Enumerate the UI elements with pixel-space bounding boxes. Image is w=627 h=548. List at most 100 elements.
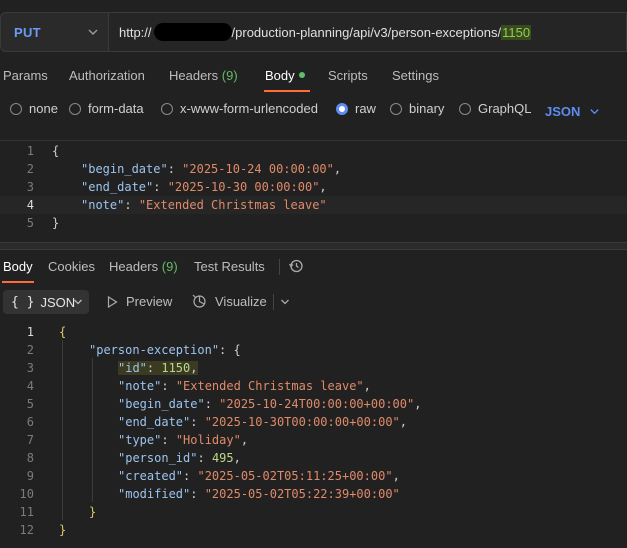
code-line: "modified": "2025-05-02T05:22:39+00:00" (118, 487, 400, 501)
line-number: 6 (26, 415, 34, 429)
line-number: 11 (19, 505, 34, 519)
radio-label: form-data (88, 101, 144, 116)
radio-label: x-www-form-urlencoded (180, 101, 318, 116)
line-number: 5 (26, 397, 34, 411)
line-number: 12 (19, 523, 34, 537)
radio-circle (69, 102, 81, 115)
response-body-viewer[interactable]: 1 2 3 4 5 6 7 8 9 10 11 12 { "person-exc… (0, 322, 627, 548)
tab-label: Scripts (328, 68, 368, 83)
radio-none[interactable]: none (10, 101, 58, 116)
line-number: 2 (26, 343, 34, 357)
tab-label: Authorization (69, 68, 145, 83)
pane-resize-handle[interactable] (0, 242, 627, 250)
response-format-select[interactable]: { } JSON (3, 290, 89, 314)
code-line: } (59, 523, 67, 537)
body-modified-dot (298, 72, 305, 78)
preview-label: Preview (126, 294, 173, 309)
divider (279, 259, 280, 275)
radio-form-data[interactable]: form-data (69, 101, 144, 116)
chevron-down-icon (88, 29, 98, 35)
radio-circle (161, 102, 173, 115)
line-number: 1 (26, 144, 34, 158)
tab-label: Settings (392, 68, 439, 83)
indent-guide (92, 358, 93, 502)
code-line: "created": "2025-05-02T05:11:25+00:00", (118, 469, 400, 483)
tab-headers[interactable]: Headers (9) (169, 68, 238, 83)
chevron-down-icon (74, 299, 82, 305)
tab-label: Headers (109, 259, 159, 274)
method-label: PUT (14, 24, 41, 40)
raw-format-select[interactable]: JSON (545, 104, 580, 119)
code-line: { (59, 325, 67, 339)
request-tabs: Params Authorization Headers (9) Body Sc… (0, 63, 627, 92)
tab-label: Body (265, 68, 295, 83)
tab-settings[interactable]: Settings (392, 68, 439, 83)
tab-label: Body (3, 259, 33, 274)
tab-label: Headers (169, 68, 219, 83)
visualize-button[interactable]: Visualize (192, 294, 267, 309)
chevron-down-icon[interactable] (280, 297, 290, 307)
radio-binary[interactable]: binary (390, 101, 444, 116)
tab-authorization[interactable]: Authorization (69, 68, 145, 83)
headers-count: (9) (161, 259, 178, 274)
line-number: 4 (26, 198, 34, 212)
response-tab-headers[interactable]: Headers (9) (109, 259, 178, 274)
radio-x-www-form-urlencoded[interactable]: x-www-form-urlencoded (161, 101, 318, 116)
format-label: JSON (40, 294, 76, 310)
redacted-host (153, 23, 232, 41)
line-number: 3 (26, 361, 34, 375)
response-tab-body[interactable]: Body (3, 259, 33, 274)
braces-icon: { } (11, 294, 35, 310)
code-line: "person_id": 495, (118, 451, 241, 465)
url-input[interactable]: http:// /production-planning/api/v3/perso… (108, 12, 627, 52)
radio-raw[interactable]: raw (336, 101, 376, 116)
play-icon (107, 295, 118, 308)
url-path: /production-planning/api/v3/person-excep… (231, 24, 502, 40)
indent-guide (62, 340, 63, 520)
headers-count: (9) (221, 68, 238, 83)
line-number: 3 (26, 180, 34, 194)
url-id: 1150 (501, 24, 532, 40)
chevron-down-icon (590, 109, 599, 115)
selection-highlight: "id": 1150, (118, 361, 198, 375)
code-line: "note": "Extended Christmas leave", (118, 379, 371, 393)
code-line: } (52, 216, 60, 230)
line-number: 8 (26, 451, 34, 465)
radio-label: GraphQL (478, 101, 532, 116)
divider (273, 294, 274, 310)
tab-scripts[interactable]: Scripts (328, 68, 368, 83)
method-select[interactable]: PUT (0, 12, 108, 52)
code-line: } (89, 505, 97, 519)
code-line: "begin_date": "2025-10-24T00:00:00+00:00… (118, 397, 422, 411)
active-tab-indicator (2, 281, 34, 283)
code-line: "id": 1150, (118, 359, 198, 377)
response-tab-test-results[interactable]: Test Results (194, 259, 265, 274)
code-line: { (52, 144, 60, 158)
code-line: "end_date": "2025-10-30 00:00:00", (81, 180, 327, 194)
history-icon[interactable] (288, 258, 304, 274)
code-line: "begin_date": "2025-10-24 00:00:00", (81, 162, 342, 176)
code-line: "person-exception": { (89, 343, 241, 357)
code-line: "type": "Holiday", (118, 433, 249, 447)
response-tabs: Body Cookies Headers (9) Test Results (0, 254, 627, 283)
response-toolbar: { } JSON Preview Visualize (0, 290, 627, 314)
response-tab-cookies[interactable]: Cookies (48, 259, 95, 274)
code-line: "note": "Extended Christmas leave" (81, 198, 327, 212)
line-number: 1 (26, 325, 34, 339)
tab-params[interactable]: Params (3, 68, 48, 83)
line-number: 5 (26, 216, 34, 230)
radio-circle (10, 102, 22, 115)
radio-label: binary (409, 101, 445, 116)
radio-circle-selected (336, 102, 348, 115)
tab-label: Params (3, 68, 48, 83)
radio-graphql[interactable]: GraphQL (459, 101, 531, 116)
radio-label: none (29, 101, 58, 116)
tab-body[interactable]: Body (265, 68, 305, 83)
visualize-label: Visualize (215, 294, 267, 309)
preview-button[interactable]: Preview (107, 294, 172, 309)
active-tab-indicator (264, 90, 310, 92)
tab-label: Cookies (48, 259, 95, 274)
body-type-options: none form-data x-www-form-urlencoded raw… (0, 101, 627, 123)
request-body-editor[interactable]: 1 2 3 4 5 { "begin_date": "2025-10-24 00… (0, 140, 627, 240)
line-number: 4 (26, 379, 34, 393)
